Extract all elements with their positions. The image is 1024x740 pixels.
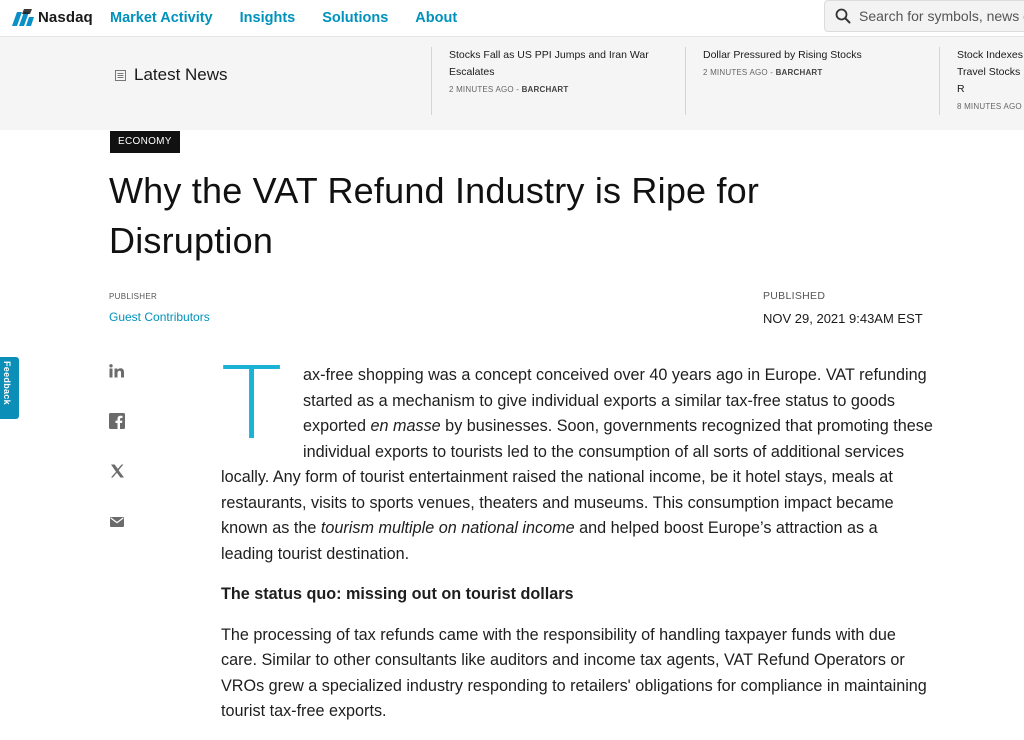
share-x-button[interactable] bbox=[108, 462, 126, 480]
published-label: PUBLISHED bbox=[763, 290, 826, 302]
news-meta: 2 MINUTES AGO - BARCHART bbox=[449, 85, 569, 94]
article-paragraph: Tax-free shopping was a concept conceive… bbox=[221, 345, 933, 563]
publisher-label: PUBLISHER bbox=[109, 292, 158, 301]
article-subheading: The status quo: missing out on tourist d… bbox=[221, 585, 574, 603]
linkedin-icon bbox=[109, 364, 124, 378]
x-icon bbox=[110, 464, 124, 478]
news-headline[interactable]: Stocks Fall as US PPI Jumps and Iran War… bbox=[449, 47, 649, 81]
article-paragraph: The processing of tax refunds came with … bbox=[221, 625, 927, 721]
published-date: NOV 29, 2021 9:43AM EST bbox=[763, 311, 923, 326]
nasdaq-logo-icon bbox=[12, 9, 34, 26]
news-headline[interactable]: Dollar Pressured by Rising Stocks bbox=[703, 47, 903, 64]
search-box[interactable] bbox=[824, 0, 1024, 32]
nav-about[interactable]: About bbox=[415, 10, 457, 26]
email-icon bbox=[110, 517, 124, 527]
main-nav-links: Market Activity Insights Solutions About bbox=[110, 0, 484, 36]
nav-insights[interactable]: Insights bbox=[240, 10, 296, 26]
share-linkedin-button[interactable] bbox=[108, 362, 126, 380]
article-body: Tax-free shopping was a concept conceive… bbox=[221, 345, 933, 740]
newspaper-icon bbox=[115, 69, 126, 81]
nav-market-activity[interactable]: Market Activity bbox=[110, 10, 213, 26]
nasdaq-logo[interactable]: Nasdaq bbox=[10, 6, 93, 28]
news-item[interactable]: Stock Indexes Travel Stocks R 8 MINUTES … bbox=[939, 47, 1024, 115]
search-input[interactable] bbox=[859, 8, 1024, 24]
publisher-link[interactable]: Guest Contributors bbox=[109, 310, 210, 324]
nav-solutions[interactable]: Solutions bbox=[322, 10, 388, 26]
category-badge[interactable]: ECONOMY bbox=[110, 131, 180, 153]
search-icon bbox=[835, 8, 851, 24]
share-facebook-button[interactable] bbox=[108, 412, 126, 430]
news-item[interactable]: Stocks Fall as US PPI Jumps and Iran War… bbox=[431, 47, 649, 115]
latest-news-band: Latest News Stocks Fall as US PPI Jumps … bbox=[0, 37, 1024, 130]
feedback-tab[interactable]: Feedback bbox=[0, 357, 19, 419]
article-title: Why the VAT Refund Industry is Ripe for … bbox=[109, 170, 760, 261]
news-item[interactable]: Dollar Pressured by Rising Stocks 2 MINU… bbox=[685, 47, 903, 115]
news-headline[interactable]: Stock Indexes Travel Stocks R bbox=[957, 47, 1023, 98]
news-meta: 8 MINUTES AGO bbox=[957, 102, 1022, 111]
drop-cap: T bbox=[221, 345, 283, 462]
latest-news-label: Latest News bbox=[134, 65, 228, 84]
news-meta: 2 MINUTES AGO - BARCHART bbox=[703, 68, 823, 77]
logo-text: Nasdaq bbox=[38, 8, 93, 26]
top-navigation: Nasdaq Market Activity Insights Solution… bbox=[0, 0, 1024, 37]
latest-news-header: Latest News bbox=[115, 65, 228, 85]
share-email-button[interactable] bbox=[108, 513, 126, 531]
feedback-label: Feedback bbox=[2, 361, 12, 405]
facebook-icon bbox=[109, 413, 125, 429]
